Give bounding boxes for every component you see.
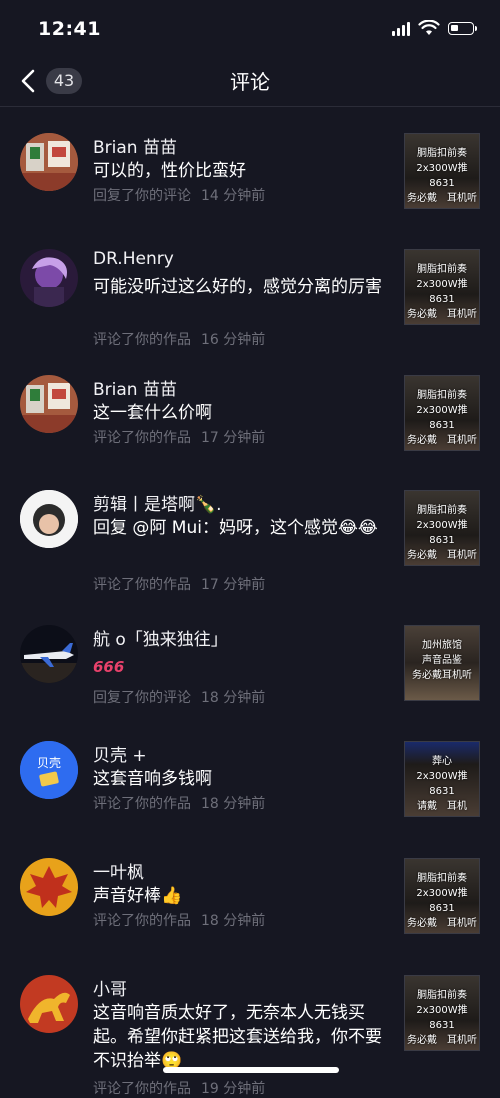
timestamp: 17 分钟前 <box>201 430 266 446</box>
comment-text: 回复 @阿 Mui：妈呀，这个感觉😂😂 <box>93 518 378 538</box>
video-thumbnail[interactable]: 胴脂扣前奏 2x300W推8631 务必戴 耳机听 <box>404 490 480 566</box>
comment-meta: 评论了你的作品 18 分钟前 <box>93 910 265 930</box>
thumbnail-caption: 胴脂扣前奏 2x300W推8631 务必戴 耳机听 <box>407 990 477 1046</box>
comment-meta: 评论了你的作品 17 分钟前 <box>93 574 265 594</box>
comment-meta: 回复了你的评论 14 分钟前 <box>93 185 265 205</box>
action-text: 评论了你的作品 <box>93 430 191 446</box>
thumbnail-caption: 胴脂扣前奏 2x300W推8631 务必戴 耳机听 <box>407 390 477 446</box>
timestamp: 19 分钟前 <box>201 1081 266 1097</box>
comment-meta: 评论了你的作品 18 分钟前 <box>93 793 265 813</box>
thumbnail-caption: 胴脂扣前奏 2x300W推8631 务必戴 耳机听 <box>407 505 477 561</box>
commenter-name[interactable]: Brian 苗苗 <box>93 133 177 158</box>
status-icons <box>392 20 477 36</box>
avatar[interactable] <box>20 490 78 548</box>
avatar[interactable] <box>20 975 78 1033</box>
avatar[interactable] <box>20 625 78 683</box>
avatar-badge-text: 贝壳 <box>37 756 61 770</box>
timestamp: 18 分钟前 <box>201 690 266 706</box>
timestamp: 14 分钟前 <box>201 188 266 204</box>
action-text: 评论了你的作品 <box>93 913 191 929</box>
comment-meta: 评论了你的作品 19 分钟前 <box>93 1078 265 1098</box>
comment-meta: 评论了你的作品 17 分钟前 <box>93 427 265 447</box>
commenter-name[interactable]: 航 o「独来独往」 <box>93 625 228 650</box>
action-text: 评论了你的作品 <box>93 577 191 593</box>
home-indicator <box>163 1067 339 1073</box>
battery-icon <box>448 21 477 35</box>
nav-bar: 43 评论 <box>0 60 500 107</box>
commenter-name[interactable]: 一叶枫 <box>93 858 144 883</box>
avatar[interactable] <box>20 133 78 191</box>
commenter-name[interactable]: Brian 苗苗 <box>93 375 177 400</box>
thumbnail-caption: 胴脂扣前奏 2x300W推8631 务必戴 耳机听 <box>407 264 477 320</box>
thumbnail-caption: 胴脂扣前奏 2x300W推8631 务必戴 耳机听 <box>407 873 477 929</box>
video-thumbnail[interactable]: 葬心 2x300W推8631 请戴 耳机 <box>404 741 480 817</box>
video-thumbnail[interactable]: 胴脂扣前奏 2x300W推8631 务必戴 耳机听 <box>404 249 480 325</box>
commenter-name[interactable]: 剪辑丨是塔啊🍾. <box>93 490 222 515</box>
comment-text: 这音响音质太好了，无奈本人无钱买起。希望你赶紧把这套送给我，你不要不识抬举🙄 <box>93 1003 382 1071</box>
action-text: 评论了你的作品 <box>93 332 191 348</box>
commenter-name[interactable]: 贝壳 + <box>93 741 147 766</box>
cellular-signal-icon <box>392 20 410 36</box>
timestamp: 18 分钟前 <box>201 913 266 929</box>
comment-text: 666 <box>93 658 125 676</box>
timestamp: 17 分钟前 <box>201 577 266 593</box>
action-text: 回复了你的评论 <box>93 690 191 706</box>
thumbnail-caption: 胴脂扣前奏 2x300W推8631 务必戴 耳机听 <box>407 148 477 204</box>
video-thumbnail[interactable]: 胴脂扣前奏 2x300W推8631 务必戴 耳机听 <box>404 858 480 934</box>
comment-text: 声音好棒👍 <box>93 886 183 906</box>
wifi-icon <box>418 20 440 35</box>
status-time: 12:41 <box>38 18 101 40</box>
page-title: 评论 <box>230 70 270 94</box>
comment-text: 可以的，性价比蛮好 <box>93 161 246 181</box>
commenter-name[interactable]: DR.Henry <box>93 249 174 269</box>
thumbnail-caption: 加州旅馆 声音品鉴 务必戴耳机听 <box>412 640 472 681</box>
avatar[interactable]: 贝壳 <box>20 741 78 799</box>
video-thumbnail[interactable]: 胴脂扣前奏 2x300W推8631 务必戴 耳机听 <box>404 375 480 451</box>
avatar[interactable] <box>20 375 78 433</box>
avatar[interactable] <box>20 249 78 307</box>
comment-meta: 回复了你的评论 18 分钟前 <box>93 687 265 707</box>
commenter-name[interactable]: 小哥 <box>93 975 127 1000</box>
action-text: 回复了你的评论 <box>93 188 191 204</box>
status-bar: 12:41 <box>0 0 500 60</box>
comment-text: 可能没听过这么好的，感觉分离的厉害 <box>93 277 382 297</box>
video-thumbnail[interactable]: 胴脂扣前奏 2x300W推8631 务必戴 耳机听 <box>404 975 480 1051</box>
video-thumbnail[interactable]: 加州旅馆 声音品鉴 务必戴耳机听 <box>404 625 480 701</box>
comment-text: 这套音响多钱啊 <box>93 769 212 789</box>
action-text: 评论了你的作品 <box>93 796 191 812</box>
avatar[interactable] <box>20 858 78 916</box>
comment-text: 这一套什么价啊 <box>93 403 212 423</box>
timestamp: 18 分钟前 <box>201 796 266 812</box>
thumbnail-caption: 葬心 2x300W推8631 请戴 耳机 <box>416 756 468 812</box>
video-thumbnail[interactable]: 胴脂扣前奏 2x300W推8631 务必戴 耳机听 <box>404 133 480 209</box>
action-text: 评论了你的作品 <box>93 1081 191 1097</box>
comment-meta: 评论了你的作品 16 分钟前 <box>93 329 265 349</box>
timestamp: 16 分钟前 <box>201 332 266 348</box>
